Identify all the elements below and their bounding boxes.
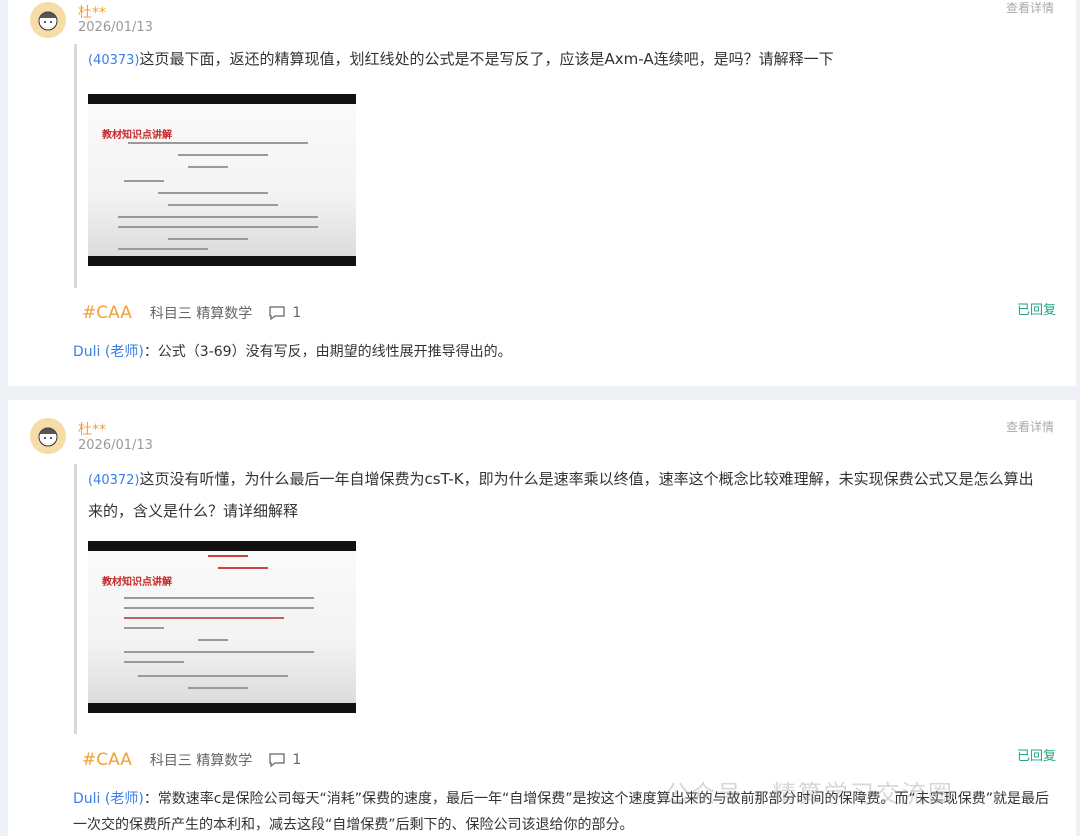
post-card: 杜** 2026/01/13 查看详情 (40372)这页没有听懂，为什么最后一… xyxy=(8,400,1076,836)
post-meta: #CAA 科目三 精算数学 1 xyxy=(82,750,301,770)
avatar-icon xyxy=(30,418,66,454)
watermark: 公众号 · 精算学习交流圈 xyxy=(665,780,954,808)
question-image[interactable]: 教材知识点讲解 xyxy=(88,94,356,266)
avatar[interactable] xyxy=(30,2,66,38)
view-detail-link[interactable]: 查看详情 xyxy=(1006,418,1054,435)
image-caption: 教材知识点讲解 xyxy=(102,577,172,588)
post-card: 杜** 2026/01/13 查看详情 (40373)这页最下面，返还的精算现值… xyxy=(8,0,1076,386)
status-badge: 已回复 xyxy=(1016,303,1056,318)
teacher-reply: Duli (老师)：公式（3-69）没有写反，由期望的线性展开推导得出的。 xyxy=(73,344,512,360)
teacher-name[interactable]: Duli (老师) xyxy=(73,344,144,360)
tag-link[interactable]: #CAA xyxy=(82,303,132,323)
status-badge: 已回复 xyxy=(1016,749,1056,764)
question-quote: (40373)这页最下面，返还的精算现值，划红线处的公式是不是写反了，应该是Ax… xyxy=(74,44,1054,288)
image-caption: 教材知识点讲解 xyxy=(102,130,172,141)
avatar[interactable] xyxy=(30,418,66,454)
username[interactable]: 杜** xyxy=(78,2,106,22)
post-date: 2026/01/13 xyxy=(78,438,153,453)
subject-label[interactable]: 科目三 精算数学 xyxy=(150,303,252,323)
question-id[interactable]: (40373) xyxy=(88,53,140,68)
comment-icon[interactable] xyxy=(268,752,286,768)
post-meta: #CAA 科目三 精算数学 1 xyxy=(82,303,301,323)
comment-count[interactable]: 1 xyxy=(292,752,301,768)
tag-link[interactable]: #CAA xyxy=(82,750,132,770)
question-text: (40372)这页没有听懂，为什么最后一年自增保费为csT-K，即为什么是速率乘… xyxy=(88,470,1034,520)
question-id[interactable]: (40372) xyxy=(88,473,140,488)
comment-icon[interactable] xyxy=(268,305,286,321)
post-date: 2026/01/13 xyxy=(78,20,153,35)
question-quote: (40372)这页没有听懂，为什么最后一年自增保费为csT-K，即为什么是速率乘… xyxy=(74,464,1054,734)
view-detail-link[interactable]: 查看详情 xyxy=(1006,0,1054,16)
username[interactable]: 杜** xyxy=(78,419,106,439)
teacher-name[interactable]: Duli (老师) xyxy=(73,791,144,807)
avatar-icon xyxy=(30,2,66,38)
subject-label[interactable]: 科目三 精算数学 xyxy=(150,750,252,770)
question-image[interactable]: 教材知识点讲解 xyxy=(88,541,356,713)
comment-count[interactable]: 1 xyxy=(292,305,301,321)
question-text: (40373)这页最下面，返还的精算现值，划红线处的公式是不是写反了，应该是Ax… xyxy=(88,50,834,68)
